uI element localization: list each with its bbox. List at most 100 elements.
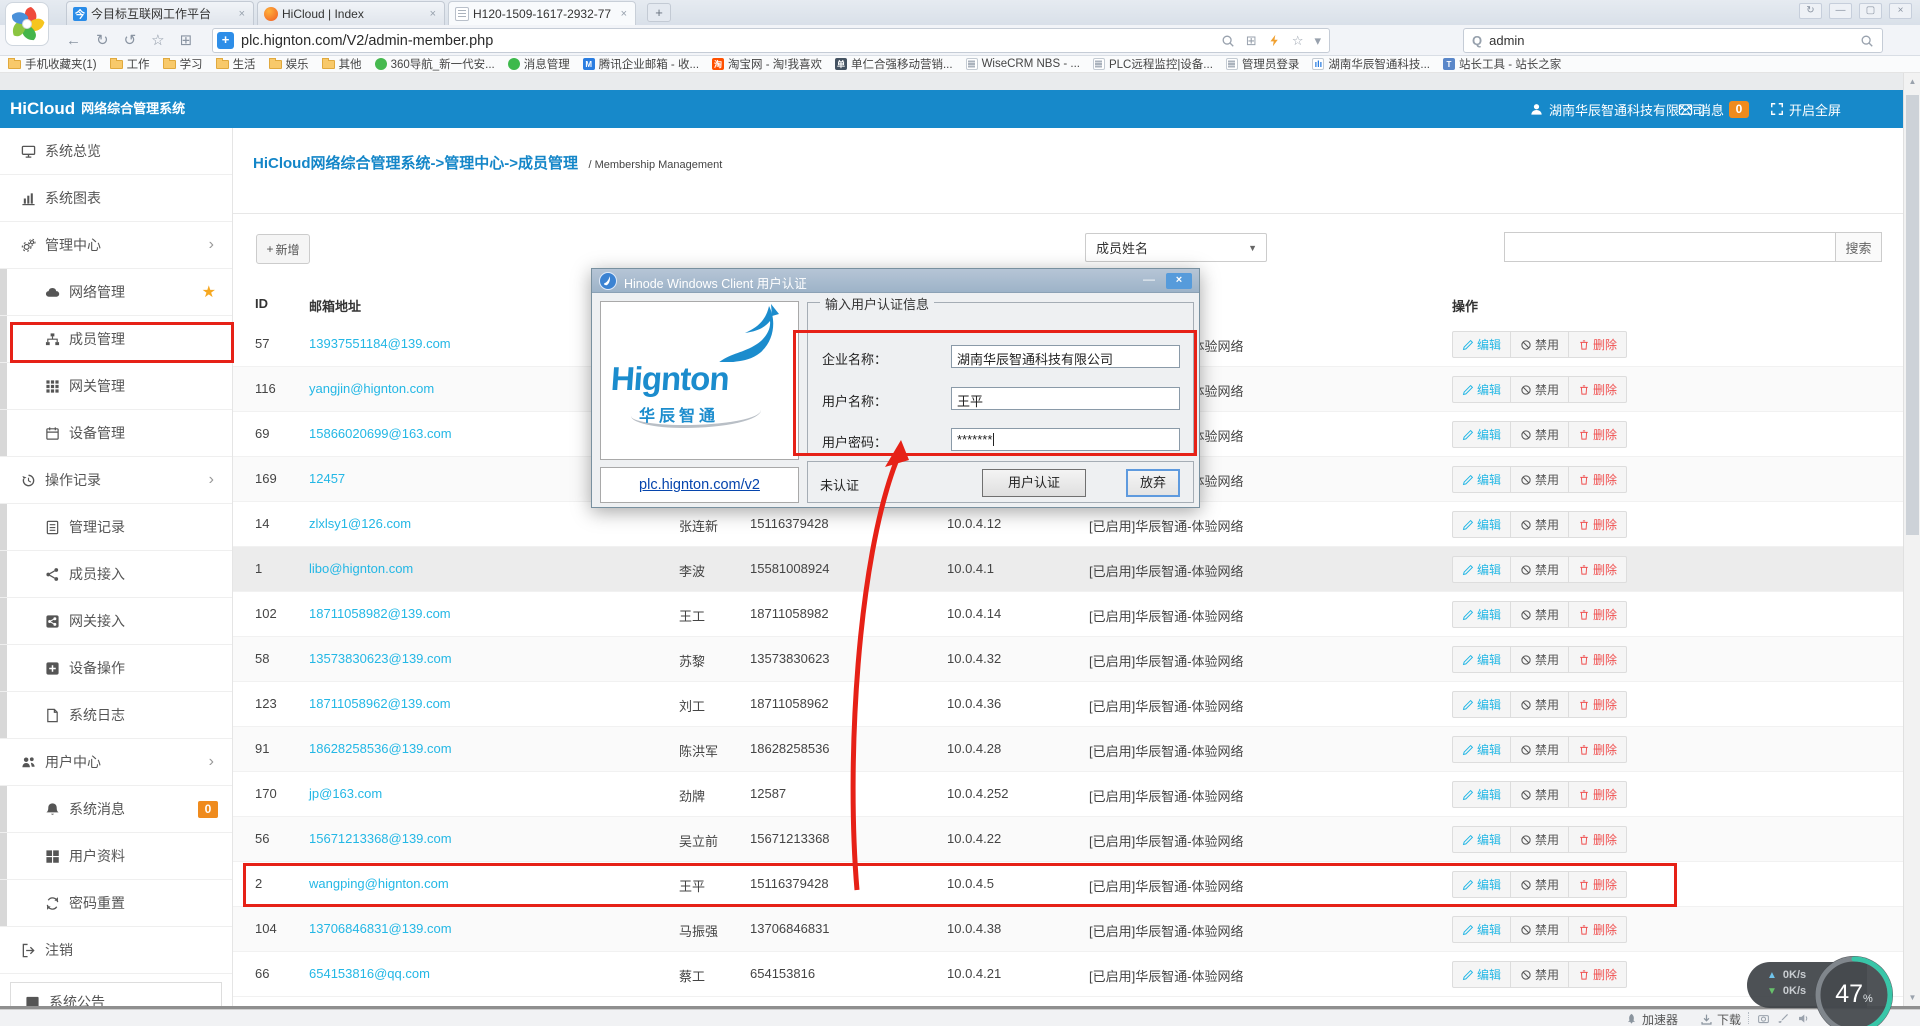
sidebar-item-chart[interactable]: 系统图表 <box>0 175 232 222</box>
scroll-down-icon[interactable]: ▼ <box>1904 993 1920 1002</box>
browser-tab[interactable]: HiCloud | Index× <box>257 1 445 25</box>
sidebar-item-announce[interactable]: 系统公告 <box>10 982 222 1008</box>
edit-button[interactable]: 编辑 <box>1452 376 1511 403</box>
window-restore-icon[interactable]: ↻ <box>1799 3 1822 19</box>
bookmark-item[interactable]: M腾讯企业邮箱 - 收... <box>583 56 699 72</box>
edit-button[interactable]: 编辑 <box>1452 781 1511 808</box>
delete-button[interactable]: 删除 <box>1568 961 1627 988</box>
sidebar-item-bell[interactable]: 系统消息0 <box>0 786 232 833</box>
find-in-page-icon[interactable] <box>1221 34 1235 48</box>
abandon-button[interactable]: 放弃 <box>1126 469 1180 497</box>
sidebar-item-users[interactable]: 用户中心› <box>0 739 232 786</box>
window-maximize-icon[interactable]: ▢ <box>1859 3 1882 19</box>
disable-button[interactable]: 禁用 <box>1510 421 1569 448</box>
download-item[interactable]: 下载 <box>1700 1011 1741 1026</box>
speaker-icon[interactable] <box>1797 1012 1810 1025</box>
add-member-button[interactable]: + 新增 <box>256 234 310 264</box>
bookmark-item[interactable]: WiseCRM NBS - ... <box>966 58 1080 70</box>
search-engine-icon[interactable]: Q <box>1472 33 1482 48</box>
disable-button[interactable]: 禁用 <box>1510 601 1569 628</box>
address-bar[interactable]: + plc.hignton.com/V2/admin-member.php ⊞ … <box>212 28 1330 53</box>
delete-button[interactable]: 删除 <box>1568 376 1627 403</box>
bookmark-item[interactable]: 手机收藏夹(1) <box>8 56 97 72</box>
cell-email-link[interactable]: 13706846831@139.com <box>309 921 452 936</box>
delete-button[interactable]: 删除 <box>1568 736 1627 763</box>
disable-button[interactable]: 禁用 <box>1510 961 1569 988</box>
dropdown-caret-icon[interactable]: ▾ <box>1314 33 1321 49</box>
edit-button[interactable]: 编辑 <box>1452 736 1511 763</box>
cell-email-link[interactable]: jp@163.com <box>309 786 382 801</box>
delete-button[interactable]: 删除 <box>1568 646 1627 673</box>
sidebar-item-plussq[interactable]: 设备操作 <box>0 645 232 692</box>
cell-email-link[interactable]: 18628258536@139.com <box>309 741 452 756</box>
cleaner-brush-icon[interactable] <box>1777 1012 1790 1025</box>
edit-button[interactable]: 编辑 <box>1452 601 1511 628</box>
browser-tab[interactable]: 今今目标互联网工作平台× <box>66 1 254 25</box>
sidebar-item-doc[interactable]: 系统日志 <box>0 692 232 739</box>
sidebar-item-thlarge[interactable]: 用户资料 <box>0 833 232 880</box>
sidebar-item-calendar[interactable]: 设备管理 <box>0 410 232 457</box>
tab-close-icon[interactable]: × <box>619 8 629 20</box>
cell-email-link[interactable]: 18711058982@139.com <box>309 606 451 621</box>
bookmark-item[interactable]: 消息管理 <box>508 56 570 72</box>
bookmark-item[interactable]: 工作 <box>110 56 150 72</box>
edit-button[interactable]: 编辑 <box>1452 421 1511 448</box>
table-search-button[interactable]: 搜索 <box>1835 233 1881 261</box>
speed-mode-icon[interactable] <box>1268 34 1281 47</box>
delete-button[interactable]: 删除 <box>1568 421 1627 448</box>
delete-button[interactable]: 删除 <box>1568 691 1627 718</box>
edit-button[interactable]: 编辑 <box>1452 916 1511 943</box>
delete-button[interactable]: 删除 <box>1568 826 1627 853</box>
disable-button[interactable]: 禁用 <box>1510 556 1569 583</box>
sidebar-item-sharesq[interactable]: 网关接入 <box>0 598 232 645</box>
edit-button[interactable]: 编辑 <box>1452 556 1511 583</box>
url-text[interactable]: plc.hignton.com/V2/admin-member.php <box>241 33 1221 49</box>
sidebar-item-monitor[interactable]: 系统总览 <box>0 128 232 175</box>
disable-button[interactable]: 禁用 <box>1510 736 1569 763</box>
dialog-titlebar[interactable]: Hinode Windows Client 用户认证 — × <box>592 269 1199 293</box>
edit-button[interactable]: 编辑 <box>1452 826 1511 853</box>
cell-email-link[interactable]: 13573830623@139.com <box>309 651 452 666</box>
edit-button[interactable]: 编辑 <box>1452 466 1511 493</box>
bookmark-item[interactable]: 管理员登录 <box>1226 56 1300 72</box>
bookmark-item[interactable]: 单单仁合强移动营销... <box>835 56 953 72</box>
bookmark-item[interactable]: 生活 <box>216 56 256 72</box>
window-close-icon[interactable]: × <box>1889 3 1912 19</box>
cell-email-link[interactable]: 654153816@qq.com <box>309 966 430 981</box>
search-value[interactable]: admin <box>1489 33 1860 48</box>
site-shield-icon[interactable]: + <box>217 32 234 49</box>
search-icon[interactable] <box>1860 34 1874 48</box>
refresh-icon[interactable]: ↻ <box>96 31 109 49</box>
dialog-close-button[interactable]: × <box>1166 273 1192 289</box>
delete-button[interactable]: 删除 <box>1568 331 1627 358</box>
bookmark-item[interactable]: 学习 <box>163 56 203 72</box>
bookmark-item[interactable]: 娱乐 <box>269 56 309 72</box>
sidebar-item-grid[interactable]: 网关管理 <box>0 363 232 410</box>
scrollbar-thumb[interactable] <box>1906 95 1919 535</box>
delete-button[interactable]: 删除 <box>1568 916 1627 943</box>
disable-button[interactable]: 禁用 <box>1510 466 1569 493</box>
dialog-minimize-button[interactable]: — <box>1137 273 1161 289</box>
bookmark-item[interactable]: ılı湖南华辰智通科技... <box>1312 56 1430 72</box>
cell-email-link[interactable]: 12457 <box>309 471 345 486</box>
extensions-grid-icon[interactable]: ⊞ <box>1246 33 1257 49</box>
cell-email-link[interactable]: 15866020699@163.com <box>309 426 452 441</box>
cell-email-link[interactable]: libo@hignton.com <box>309 561 413 576</box>
delete-button[interactable]: 删除 <box>1568 556 1627 583</box>
sidebar-item-doclines[interactable]: 管理记录 <box>0 504 232 551</box>
disable-button[interactable]: 禁用 <box>1510 826 1569 853</box>
browser-pinwheel-logo[interactable] <box>5 2 49 46</box>
new-tab-button[interactable]: + <box>647 3 671 22</box>
screenshot-icon[interactable] <box>1757 1012 1770 1025</box>
filter-select[interactable]: 成员姓名 ▼ <box>1085 233 1267 262</box>
tab-close-icon[interactable]: × <box>237 8 247 20</box>
back-icon[interactable]: ← <box>66 32 81 49</box>
disable-button[interactable]: 禁用 <box>1510 331 1569 358</box>
cell-email-link[interactable]: 15671213368@139.com <box>309 831 452 846</box>
bookmark-item[interactable]: T站长工具 - 站长之家 <box>1443 56 1561 72</box>
delete-button[interactable]: 删除 <box>1568 781 1627 808</box>
disable-button[interactable]: 禁用 <box>1510 646 1569 673</box>
cell-email-link[interactable]: yangjin@hignton.com <box>309 381 434 396</box>
edit-button[interactable]: 编辑 <box>1452 646 1511 673</box>
delete-button[interactable]: 删除 <box>1568 466 1627 493</box>
